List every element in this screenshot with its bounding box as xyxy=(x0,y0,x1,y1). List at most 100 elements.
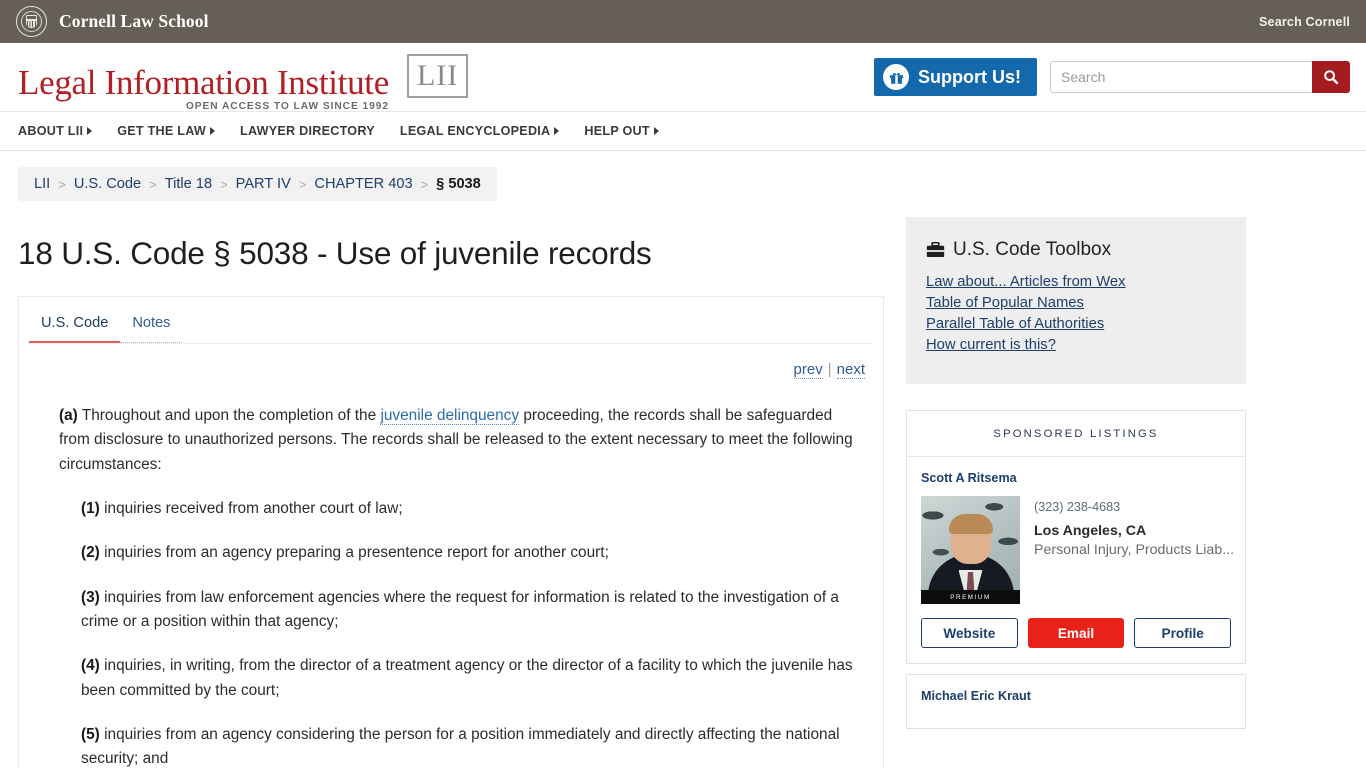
nav-item-legal-encyclopedia[interactable]: LEGAL ENCYCLOPEDIA xyxy=(400,124,560,138)
item-text: inquiries, in writing, from the director… xyxy=(81,657,853,699)
statute-item-1: (1) inquiries received from another cour… xyxy=(59,497,855,521)
breadcrumb-bar: LII > U.S. Code > Title 18 > PART IV > C… xyxy=(0,151,1366,201)
nav-label: LEGAL ENCYCLOPEDIA xyxy=(399,124,551,138)
prev-link[interactable]: prev xyxy=(793,361,823,379)
item-text: inquiries from an agency considering the… xyxy=(81,725,840,768)
page-body: 18 U.S. Code § 5038 - Use of juvenile re… xyxy=(0,201,1366,768)
listing-info: (323) 238-4683 Los Angeles, CA Personal … xyxy=(1034,496,1234,604)
tab-us-code[interactable]: U.S. Code xyxy=(29,315,121,344)
breadcrumb-separator: > xyxy=(58,176,66,192)
breadcrumb-item-chapter-403[interactable]: CHAPTER 403 xyxy=(314,176,412,192)
nav-label: GET THE LAW xyxy=(117,124,207,138)
next-link[interactable]: next xyxy=(836,361,865,379)
listing-city: Los Angeles, CA xyxy=(1034,523,1147,539)
paragraph-text-before-link: Throughout and upon the completion of th… xyxy=(77,407,381,424)
support-us-label: Support Us! xyxy=(918,66,1021,87)
item-marker: (2) xyxy=(81,544,100,562)
lii-logo-tagline: OPEN ACCESS TO LAW SINCE 1992 xyxy=(185,101,389,112)
item-marker: (3) xyxy=(81,588,100,606)
breadcrumb-separator: > xyxy=(298,176,307,192)
statute-item-2: (2) inquiries from an agency preparing a… xyxy=(59,541,855,565)
listing-body: PREMIUM (323) 238-4683 Los Angeles, CA P… xyxy=(921,496,1234,604)
website-button[interactable]: Website xyxy=(921,618,1018,648)
sidebar: U.S. Code Toolbox Law about... Articles … xyxy=(906,201,1246,768)
cornell-law-school-title[interactable]: Cornell Law School xyxy=(59,11,209,32)
listing-item: Scott A Ritsema PREMIUM (323) 238-4683 L… xyxy=(907,457,1245,663)
email-button[interactable]: Email xyxy=(1027,618,1125,648)
tab-notes[interactable]: Notes xyxy=(120,315,183,344)
toolbox-link-parallel-table[interactable]: Parallel Table of Authorities xyxy=(926,316,1226,332)
paragraph-marker: (a) xyxy=(59,407,78,424)
breadcrumb-separator: > xyxy=(420,176,429,192)
main-column: 18 U.S. Code § 5038 - Use of juvenile re… xyxy=(18,201,884,768)
masthead-actions: Support Us! xyxy=(874,58,1350,96)
listing-phone: (323) 238-4683 xyxy=(1034,500,1121,514)
nav-item-about-lii[interactable]: ABOUT LII xyxy=(18,124,93,138)
search-cornell-link[interactable]: Search Cornell xyxy=(1259,15,1350,29)
item-text: inquiries from law enforcement agencies … xyxy=(81,588,839,630)
item-text: inquiries from an agency preparing a pre… xyxy=(99,544,609,562)
search-icon xyxy=(1324,70,1339,85)
profile-button[interactable]: Profile xyxy=(1134,618,1232,648)
breadcrumb-item-us-code[interactable]: U.S. Code xyxy=(74,176,141,192)
juvenile-delinquency-link[interactable]: juvenile delinquency xyxy=(380,407,520,425)
statute-item-5: (5) inquiries from an agency considering… xyxy=(59,723,855,768)
chevron-right-icon xyxy=(87,127,93,135)
breadcrumb-item-part-iv[interactable]: PART IV xyxy=(236,176,291,192)
sponsored-listings-heading: SPONSORED LISTINGS xyxy=(907,411,1245,457)
cornell-seal-icon[interactable] xyxy=(16,6,47,37)
gift-icon xyxy=(883,64,909,90)
statute-item-3: (3) inquiries from law enforcement agenc… xyxy=(59,586,855,635)
chevron-right-icon xyxy=(554,127,560,135)
breadcrumb: LII > U.S. Code > Title 18 > PART IV > C… xyxy=(18,167,497,201)
chevron-right-icon xyxy=(653,127,659,135)
breadcrumb-item-title-18[interactable]: Title 18 xyxy=(165,176,212,192)
premium-badge: PREMIUM xyxy=(921,590,1020,604)
us-code-toolbox: U.S. Code Toolbox Law about... Articles … xyxy=(906,217,1246,384)
main-navigation: ABOUT LII GET THE LAW LAWYER DIRECTORY L… xyxy=(0,111,1366,151)
search-input[interactable] xyxy=(1050,61,1312,93)
toolbox-heading: U.S. Code Toolbox xyxy=(926,239,1226,261)
tab-divider xyxy=(29,343,873,344)
page-title: 18 U.S. Code § 5038 - Use of juvenile re… xyxy=(18,235,652,271)
briefcase-icon xyxy=(926,242,945,258)
prev-next-separator: | xyxy=(827,361,832,378)
chevron-right-icon xyxy=(210,127,216,135)
prev-next-nav: prev | next xyxy=(19,345,883,379)
tab-list: U.S. Code Notes xyxy=(19,297,883,344)
nav-item-get-the-law[interactable]: GET THE LAW xyxy=(117,124,216,138)
statute-text: (a) Throughout and upon the completion o… xyxy=(19,378,883,768)
listing-attorney-name[interactable]: Scott A Ritsema xyxy=(921,471,1231,485)
item-marker: (5) xyxy=(81,725,100,743)
listing-attorney-name[interactable]: Michael Eric Kraut xyxy=(921,689,1231,703)
item-marker: (1) xyxy=(81,499,100,517)
nav-label: LAWYER DIRECTORY xyxy=(240,124,375,138)
item-text: inquiries received from another court of… xyxy=(99,499,403,517)
lii-monogram-text: LII xyxy=(416,59,459,92)
nav-label: ABOUT LII xyxy=(18,124,84,138)
site-search xyxy=(1050,61,1350,93)
nav-item-lawyer-directory[interactable]: LAWYER DIRECTORY xyxy=(240,124,375,138)
statute-paragraph-a: (a) Throughout and upon the completion o… xyxy=(59,404,855,477)
nav-item-help-out[interactable]: HELP OUT xyxy=(584,124,659,138)
nav-label: HELP OUT xyxy=(584,124,650,138)
statute-panel: U.S. Code Notes prev | next (a) Throughout… xyxy=(18,296,884,768)
breadcrumb-separator: > xyxy=(220,176,228,192)
breadcrumb-item-lii[interactable]: LII xyxy=(34,176,50,192)
lii-monogram: LII xyxy=(406,54,469,98)
lii-logo-title: Legal Information Institute xyxy=(18,63,389,102)
listing-actions: Website Email Profile xyxy=(921,618,1232,648)
statute-item-4: (4) inquiries, in writing, from the dire… xyxy=(59,654,855,703)
listing-item: Michael Eric Kraut xyxy=(906,674,1246,729)
support-us-button[interactable]: Support Us! xyxy=(874,58,1037,96)
breadcrumb-separator: > xyxy=(149,176,157,192)
toolbox-link-popular-names[interactable]: Table of Popular Names xyxy=(926,295,1226,311)
breadcrumb-item-current: § 5038 xyxy=(436,176,481,192)
toolbox-title: U.S. Code Toolbox xyxy=(953,239,1112,260)
toolbox-link-wex[interactable]: Law about... Articles from Wex xyxy=(926,274,1226,290)
search-submit-button[interactable] xyxy=(1312,61,1350,93)
toolbox-link-how-current[interactable]: How current is this? xyxy=(926,337,1226,353)
cornell-top-bar: Cornell Law School Search Cornell xyxy=(0,0,1366,43)
attorney-photo[interactable]: PREMIUM xyxy=(921,496,1020,604)
lii-logo[interactable]: Legal Information Institute OPEN ACCESS … xyxy=(18,54,469,112)
